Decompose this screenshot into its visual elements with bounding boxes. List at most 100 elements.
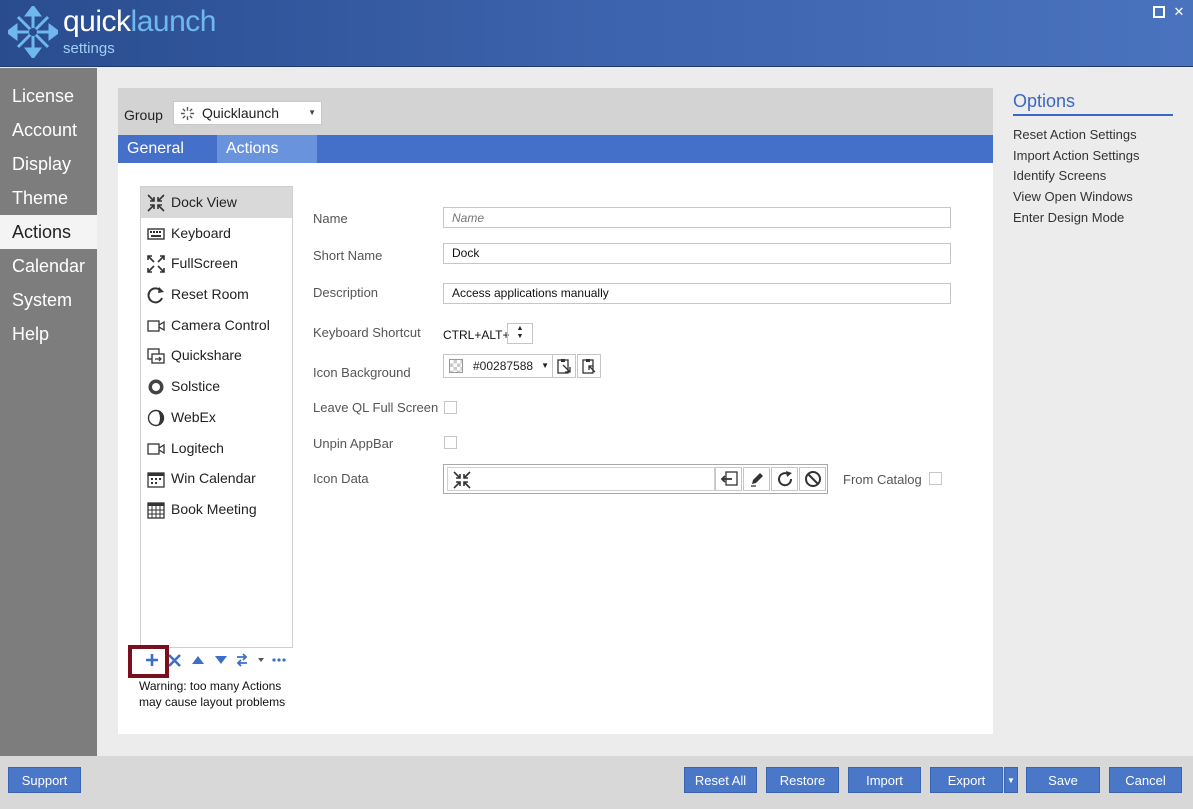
warning-text: Warning: too many Actions may cause layo… bbox=[139, 679, 286, 709]
icon-data-box bbox=[443, 464, 828, 494]
import-action-settings-link[interactable]: Import Action Settings bbox=[1013, 148, 1139, 163]
keyboard-shortcut-value: CTRL+ALT+ bbox=[443, 328, 510, 342]
camera-icon bbox=[147, 320, 165, 332]
restore-button[interactable]: Restore bbox=[766, 767, 839, 793]
save-button[interactable]: Save bbox=[1026, 767, 1100, 793]
icon-background-picker[interactable]: #00287588 ▼ bbox=[443, 354, 553, 378]
list-item-keyboard[interactable]: Keyboard bbox=[141, 218, 292, 249]
clipboard-copy-icon bbox=[557, 359, 571, 374]
unpin-appbar-checkbox[interactable] bbox=[444, 436, 457, 449]
left-nav: License Account Display Theme Actions Ca… bbox=[0, 68, 97, 756]
color-swatch bbox=[449, 359, 463, 373]
icon-import-button[interactable] bbox=[715, 467, 742, 491]
identify-screens-link[interactable]: Identify Screens bbox=[1013, 168, 1106, 183]
nav-item-account[interactable]: Account bbox=[0, 113, 97, 147]
camera-icon bbox=[147, 442, 165, 455]
tab-actions[interactable]: Actions bbox=[217, 135, 317, 163]
grid-calendar-icon bbox=[147, 502, 165, 519]
export-dropdown-button[interactable]: ▼ bbox=[1004, 767, 1018, 793]
list-item-solstice[interactable]: Solstice bbox=[141, 371, 292, 402]
share-icon bbox=[147, 348, 165, 365]
quicklaunch-logo-icon bbox=[8, 6, 58, 58]
group-select[interactable]: Quicklaunch ▼ bbox=[173, 101, 322, 125]
reset-all-button[interactable]: Reset All bbox=[684, 767, 757, 793]
list-item-win-calendar[interactable]: Win Calendar bbox=[141, 463, 292, 494]
nav-item-actions[interactable]: Actions bbox=[0, 215, 97, 249]
list-item-webex[interactable]: WebEx bbox=[141, 402, 292, 433]
move-up-button[interactable] bbox=[186, 649, 209, 671]
icon-background-value: #00287588 bbox=[473, 359, 534, 373]
leave-full-screen-label: Leave QL Full Screen bbox=[313, 400, 439, 415]
dock-icon bbox=[147, 194, 165, 212]
action-list: Dock View Keyboard FullScreen Reset Room… bbox=[140, 186, 293, 648]
app-header: quicklaunch settings ✕ bbox=[0, 0, 1193, 67]
group-label: Group bbox=[124, 107, 163, 123]
icon-background-label: Icon Background bbox=[313, 365, 411, 380]
nav-item-display[interactable]: Display bbox=[0, 147, 97, 181]
swap-icon bbox=[236, 653, 264, 667]
list-item-book-meeting[interactable]: Book Meeting bbox=[141, 494, 292, 525]
leave-full-screen-checkbox[interactable] bbox=[444, 401, 457, 414]
icon-clear-button[interactable] bbox=[799, 467, 826, 491]
pencil-icon bbox=[750, 473, 763, 487]
import-button[interactable]: Import bbox=[848, 767, 921, 793]
enter-design-mode-link[interactable]: Enter Design Mode bbox=[1013, 210, 1124, 225]
icon-edit-button[interactable] bbox=[743, 467, 770, 491]
add-button-highlight bbox=[128, 645, 169, 678]
move-down-button[interactable] bbox=[209, 649, 232, 671]
description-field[interactable]: Access applications manually bbox=[443, 283, 951, 304]
group-select-value: Quicklaunch bbox=[202, 105, 280, 121]
list-item-reset-room[interactable]: Reset Room bbox=[141, 279, 292, 310]
nav-item-calendar[interactable]: Calendar bbox=[0, 249, 97, 283]
reset-action-settings-link[interactable]: Reset Action Settings bbox=[1013, 127, 1137, 142]
name-field[interactable] bbox=[443, 207, 951, 228]
short-name-field[interactable]: Dock bbox=[443, 243, 951, 264]
nav-item-license[interactable]: License bbox=[0, 79, 97, 113]
short-name-label: Short Name bbox=[313, 248, 383, 263]
description-label: Description bbox=[313, 285, 379, 300]
window-controls: ✕ bbox=[1153, 5, 1185, 18]
main-panel: Group Quicklaunch ▼ General Actions Dock… bbox=[118, 88, 993, 734]
bottom-bar: Support Reset All Restore Import Export … bbox=[0, 756, 1193, 809]
close-icon bbox=[168, 653, 181, 667]
swap-button[interactable] bbox=[232, 649, 267, 671]
support-button[interactable]: Support bbox=[8, 767, 81, 793]
nav-item-system[interactable]: System bbox=[0, 283, 97, 317]
shortcut-key-spinner[interactable]: ▲ ▼ bbox=[507, 323, 533, 344]
group-bar: Group Quicklaunch ▼ bbox=[118, 88, 993, 135]
arrow-down-icon bbox=[214, 656, 227, 664]
more-button[interactable] bbox=[267, 649, 290, 671]
webex-icon bbox=[147, 409, 165, 427]
import-icon bbox=[720, 471, 738, 486]
app-subtitle: settings bbox=[63, 40, 115, 57]
reset-icon bbox=[147, 287, 164, 304]
list-item-fullscreen[interactable]: FullScreen bbox=[141, 248, 292, 279]
icon-reset-button[interactable] bbox=[771, 467, 798, 491]
cancel-button[interactable]: Cancel bbox=[1109, 767, 1182, 793]
name-label: Name bbox=[313, 211, 348, 226]
refresh-icon bbox=[777, 471, 792, 487]
nav-item-help[interactable]: Help bbox=[0, 317, 97, 351]
icon-data-preview[interactable] bbox=[447, 467, 715, 491]
export-button[interactable]: Export bbox=[930, 767, 1003, 793]
view-open-windows-link[interactable]: View Open Windows bbox=[1013, 189, 1133, 204]
copy-color-button[interactable] bbox=[552, 354, 576, 378]
block-icon bbox=[804, 471, 821, 487]
nav-item-theme[interactable]: Theme bbox=[0, 181, 97, 215]
keyboard-icon bbox=[147, 227, 165, 240]
close-icon[interactable]: ✕ bbox=[1173, 5, 1185, 18]
chevron-down-icon: ▼ bbox=[1007, 776, 1015, 785]
icon-data-label: Icon Data bbox=[313, 471, 369, 486]
more-icon bbox=[271, 658, 286, 662]
list-item-dock-view[interactable]: Dock View bbox=[141, 187, 292, 218]
dock-icon bbox=[453, 471, 471, 489]
app-title: quicklaunch bbox=[63, 5, 216, 38]
maximize-icon[interactable] bbox=[1153, 6, 1165, 18]
paste-color-button[interactable] bbox=[577, 354, 601, 378]
list-item-camera-control[interactable]: Camera Control bbox=[141, 310, 292, 341]
arrow-up-icon bbox=[191, 656, 204, 664]
list-item-logitech[interactable]: Logitech bbox=[141, 433, 292, 464]
tab-general[interactable]: General bbox=[118, 135, 217, 163]
list-item-quickshare[interactable]: Quickshare bbox=[141, 340, 292, 371]
from-catalog-checkbox[interactable] bbox=[929, 472, 942, 485]
